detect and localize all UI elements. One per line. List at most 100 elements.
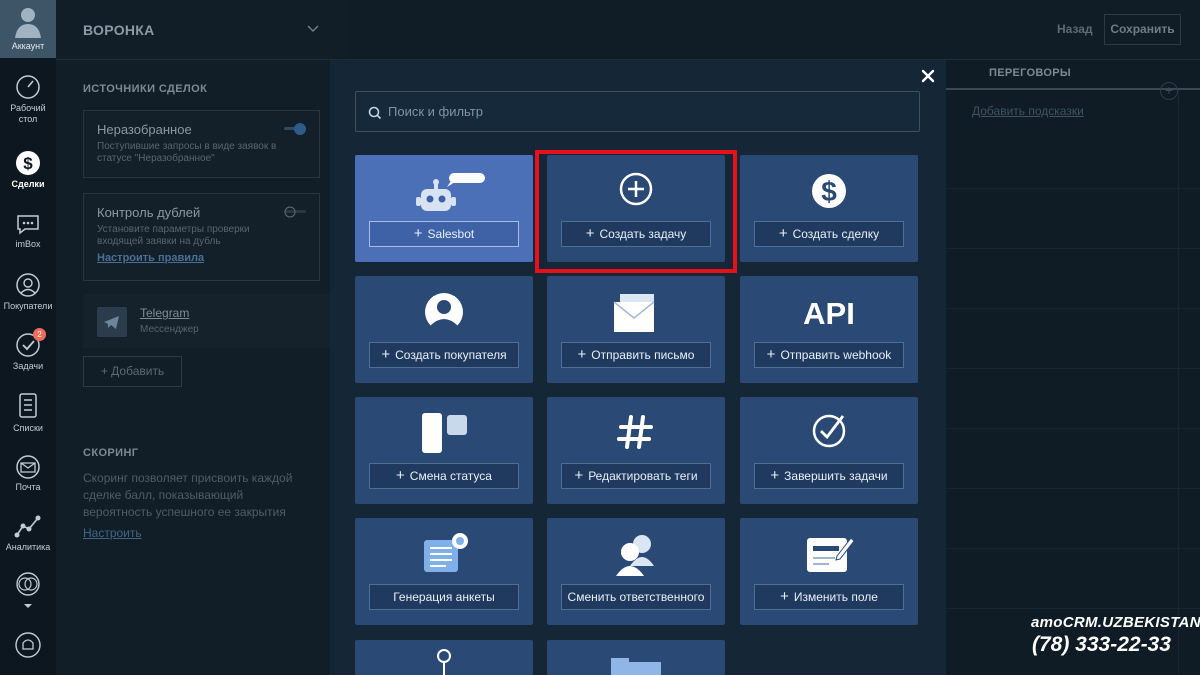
back-button[interactable]: Назад [1057,22,1093,36]
configure-rules-link[interactable]: Настроить правила [97,252,204,264]
unsorted-card: Неразобранное Поступившие запросы в виде… [83,110,320,178]
nav-item-more[interactable] [0,570,56,613]
nav-label-imbox: imBox [15,239,41,249]
send-email-button[interactable]: + Отправить письмо [561,342,711,368]
close-icon[interactable] [918,66,938,86]
envelope-icon [547,290,725,338]
add-hints-link[interactable]: Добавить подсказки [972,104,1084,118]
unsorted-name: Неразобранное [97,122,192,137]
nav-label-dashboard: Рабочий стол [10,103,46,124]
save-button[interactable]: Сохранить [1104,14,1181,45]
folder-icon [611,658,661,675]
tile-generate-form[interactable]: Генерация анкеты [355,518,533,625]
tile-create-customer[interactable]: + Создать покупателя [355,276,533,383]
phone-watermark: (78) 333-22-33 [1032,633,1171,656]
edit-field-button[interactable]: + Изменить поле [754,584,904,610]
tasks-badge: 2 [33,328,46,341]
telegram-source[interactable]: Telegram Мессенджер [83,294,346,348]
telegram-name: Telegram [140,306,190,320]
nav-item-tasks[interactable]: 2 Задачи [0,328,56,372]
tile-salesbot[interactable]: + Salesbot [355,155,533,262]
nav-label-mail: Почта [15,482,41,492]
column-divider [946,488,1200,489]
swap-users-icon [547,532,725,580]
column-divider [946,188,1200,189]
tile-edit-tags[interactable]: + Редактировать теги [547,397,725,504]
send-webhook-button[interactable]: + Отправить webhook [754,342,904,368]
column-divider [946,428,1200,429]
lists-icon [19,393,37,418]
search-field[interactable] [355,91,920,132]
sources-title: ИСТОЧНИКИ СДЕЛОК [83,83,208,95]
search-icon [368,106,382,120]
avatar-icon [15,8,41,38]
salesbot-button[interactable]: + Salesbot [369,221,519,247]
change-responsible-button[interactable]: Сменить ответственного [561,584,711,610]
account-label: Аккаунт [11,41,45,51]
svg-text:$: $ [23,154,33,173]
create-deal-button[interactable]: + Создать сделку [754,221,904,247]
tile-edit-field[interactable]: + Изменить поле [740,518,918,625]
highlight-frame [535,150,737,273]
tile-partial-2[interactable] [547,640,725,675]
nav-item-notifications[interactable] [0,630,56,663]
column-divider [946,368,1200,369]
unsorted-toggle[interactable] [284,123,306,135]
search-input[interactable] [388,92,908,131]
brand-watermark: amoCRM.UZBEKISTAN [1031,614,1200,631]
nav-item-customers[interactable]: Покупатели [0,272,56,312]
deals-dollar-icon: $ [16,151,40,175]
left-navigation: Аккаунт Рабочий стол $ Сделки imBox Поку… [0,0,56,675]
change-status-button[interactable]: + Смена статуса [369,463,519,489]
nav-label-tasks: Задачи [12,361,44,371]
svg-text:$: $ [821,176,837,207]
scoring-desc: Скоринг позволяет присвоить каждой сделк… [83,471,293,519]
tile-send-webhook[interactable]: API + Отправить webhook [740,276,918,383]
pipeline-settings-panel: ВОРОНКА ИСТОЧНИКИ СДЕЛОК Неразобранное П… [56,0,346,675]
robot-icon [355,169,533,217]
column-divider [946,248,1200,249]
tile-change-status[interactable]: + Смена статуса [355,397,533,504]
customer-icon [16,273,40,297]
complete-tasks-button[interactable]: + Завершить задачи [754,463,904,489]
scoring-title: СКОРИНГ [83,447,139,459]
tile-partial-1[interactable] [355,640,533,675]
mail-envelope-icon [16,455,40,479]
column-edge [1178,90,1179,675]
chevron-down-icon[interactable] [306,22,320,36]
nav-item-mail[interactable]: Почта [0,455,56,493]
nav-item-imbox[interactable]: imBox [0,212,56,250]
dashboard-gauge-icon [16,75,40,99]
check-circle-icon [740,411,918,459]
column-divider [946,548,1200,549]
tile-create-deal[interactable]: $ + Создать сделку [740,155,918,262]
edit-tags-button[interactable]: + Редактировать теги [561,463,711,489]
nav-label-lists: Списки [13,423,43,433]
edit-field-icon [740,532,918,580]
create-customer-button[interactable]: + Создать покупателя [369,342,519,368]
tile-send-email[interactable]: + Отправить письмо [547,276,725,383]
chat-bubble-icon [17,215,39,235]
tile-complete-tasks[interactable]: + Завершить задачи [740,397,918,504]
nav-item-deals[interactable]: $ Сделки [0,148,56,190]
analytics-chart-icon [14,515,41,538]
account-button[interactable]: Аккаунт [0,0,56,58]
duplicates-card: Контроль дублей Установите параметры про… [83,193,320,281]
hashtag-icon [547,411,725,459]
nav-item-lists[interactable]: Списки [0,392,56,434]
generate-form-button[interactable]: Генерация анкеты [369,584,519,610]
tile-change-responsible[interactable]: Сменить ответственного [547,518,725,625]
telegram-icon [97,307,127,337]
add-stage-button[interactable]: + [1160,82,1178,100]
scoring-configure-link[interactable]: Настроить [83,526,142,540]
duplicates-toggle[interactable] [284,206,306,218]
column-divider [946,608,1200,609]
nav-item-dashboard[interactable]: Рабочий стол [0,74,56,125]
stage-name[interactable]: ПЕРЕГОВОРЫ [989,67,1071,79]
nav-item-analytics[interactable]: Аналитика [0,513,56,553]
add-source-button[interactable]: + Добавить [83,356,182,387]
unsorted-desc: Поступившие запросы в виде заявок в стат… [97,141,277,164]
pipeline-title[interactable]: ВОРОНКА [83,22,155,38]
telegram-sub: Мессенджер [140,324,199,335]
dollar-coin-icon: $ [740,169,918,217]
